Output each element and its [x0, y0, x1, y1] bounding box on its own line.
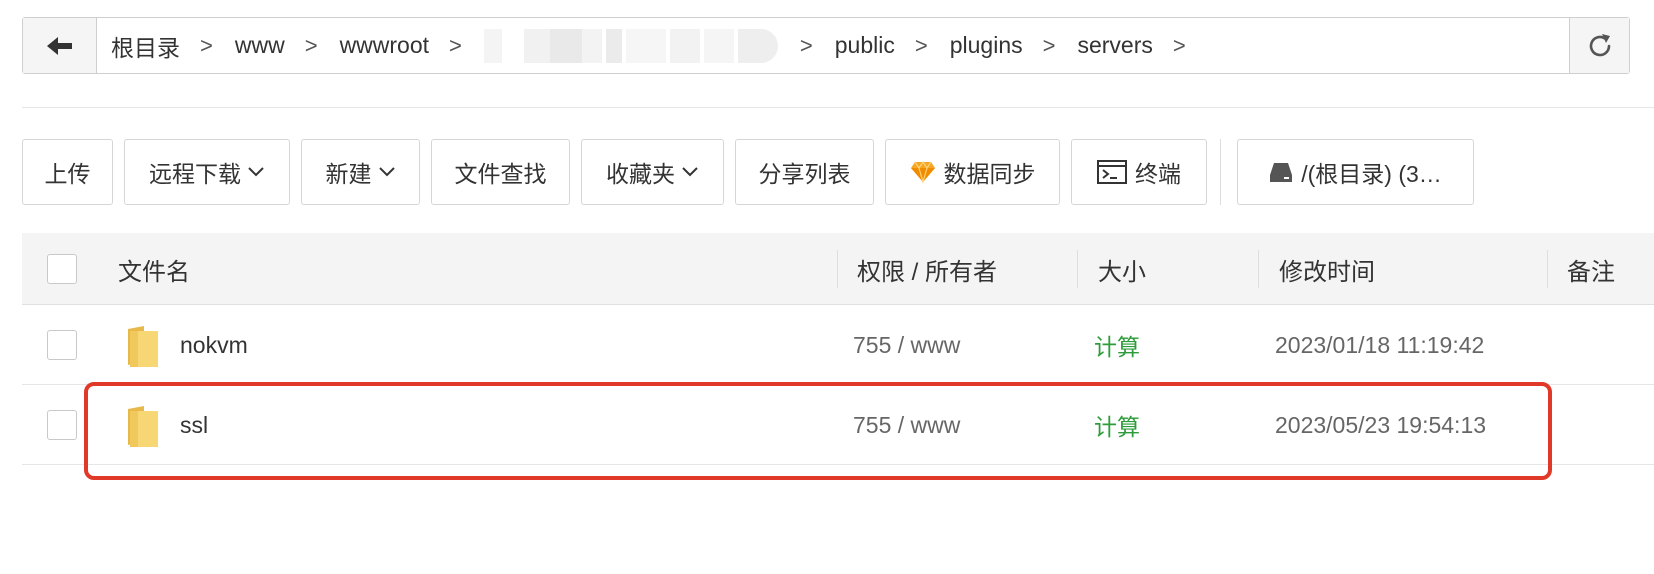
- file-permission[interactable]: 755 / www: [853, 385, 960, 465]
- share-list-button[interactable]: 分享列表: [735, 139, 874, 205]
- breadcrumb: 根目录 > www > wwwroot > > public > plugins…: [97, 18, 1569, 73]
- column-modified[interactable]: 修改时间: [1279, 233, 1375, 305]
- column-note[interactable]: 备注: [1567, 233, 1615, 305]
- refresh-icon: [1589, 33, 1610, 56]
- crumb-separator: >: [799, 32, 813, 58]
- crumb-public[interactable]: public: [835, 32, 895, 59]
- favorites-label: 收藏夹: [606, 161, 675, 187]
- row-checkbox[interactable]: [47, 410, 77, 440]
- chevron-down-icon: [378, 166, 396, 178]
- table-row[interactable]: ssl 755 / www 计算 2023/05/23 19:54:13: [22, 385, 1654, 465]
- disk-label: /(根目录) (3…: [1301, 161, 1442, 187]
- terminal-icon: [1097, 160, 1127, 184]
- folder-icon: [128, 406, 158, 447]
- refresh-button[interactable]: [1569, 18, 1629, 73]
- upload-label: 上传: [44, 161, 91, 187]
- diamond-icon: [910, 161, 936, 183]
- toolbar-separator: [1220, 139, 1221, 205]
- file-permission[interactable]: 755 / www: [853, 305, 960, 385]
- toolbar: 上传 远程下载 新建 文件查找 收藏夹 分享列表 数据同步 终端 /(根目录) …: [22, 139, 1485, 205]
- back-button[interactable]: [23, 18, 97, 73]
- crumb-root[interactable]: 根目录: [111, 29, 180, 63]
- chevron-down-icon: [681, 166, 699, 178]
- favorites-button[interactable]: 收藏夹: [581, 139, 724, 205]
- crumb-wwwroot[interactable]: wwwroot: [340, 32, 429, 59]
- terminal-button[interactable]: 终端: [1071, 139, 1207, 205]
- select-all-checkbox[interactable]: [47, 254, 77, 284]
- column-divider: [1258, 250, 1259, 288]
- file-name[interactable]: ssl: [180, 385, 208, 465]
- row-checkbox[interactable]: [47, 330, 77, 360]
- table-row[interactable]: nokvm 755 / www 计算 2023/01/18 11:19:42: [22, 305, 1654, 385]
- disk-button[interactable]: /(根目录) (3…: [1237, 139, 1474, 205]
- file-search-button[interactable]: 文件查找: [431, 139, 570, 205]
- file-modified: 2023/05/23 19:54:13: [1275, 411, 1487, 438]
- folder-icon: [128, 326, 158, 367]
- crumb-separator: >: [1042, 32, 1056, 58]
- column-name[interactable]: 文件名: [118, 233, 190, 305]
- column-divider: [837, 250, 838, 288]
- new-button[interactable]: 新建: [301, 139, 420, 205]
- file-name[interactable]: nokvm: [180, 305, 248, 385]
- data-sync-label: 数据同步: [943, 161, 1036, 187]
- divider: [22, 107, 1654, 108]
- calc-size-link[interactable]: 计算: [1094, 305, 1140, 385]
- file-manager: 根目录 > www > wwwroot > > public > plugins…: [0, 0, 1654, 574]
- remote-download-label: 远程下载: [149, 161, 241, 187]
- crumb-servers[interactable]: servers: [1077, 32, 1152, 59]
- data-sync-button[interactable]: 数据同步: [885, 139, 1060, 205]
- remote-download-button[interactable]: 远程下载: [124, 139, 290, 205]
- column-size[interactable]: 大小: [1098, 233, 1146, 305]
- crumb-plugins[interactable]: plugins: [950, 32, 1023, 59]
- crumb-separator: >: [449, 32, 462, 58]
- new-label: 新建: [325, 161, 372, 187]
- crumb-separator: >: [914, 32, 928, 58]
- share-list-label: 分享列表: [758, 161, 851, 187]
- crumb-www[interactable]: www: [235, 32, 285, 59]
- calc-size-link[interactable]: 计算: [1094, 385, 1140, 465]
- crumb-separator: >: [1172, 32, 1186, 58]
- back-arrow-icon: [46, 36, 72, 55]
- file-modified: 2023/01/18 11:19:42: [1275, 331, 1485, 358]
- terminal-label: 终端: [1135, 161, 1181, 187]
- path-bar: 根目录 > www > wwwroot > > public > plugins…: [22, 17, 1630, 74]
- column-permission[interactable]: 权限 / 所有者: [857, 233, 997, 305]
- file-search-label: 文件查找: [454, 161, 547, 187]
- column-divider: [1547, 250, 1548, 288]
- column-divider: [1077, 250, 1078, 288]
- redacted-crumb: [483, 28, 780, 63]
- upload-button[interactable]: 上传: [22, 139, 113, 205]
- chevron-down-icon: [247, 166, 265, 178]
- crumb-separator: >: [200, 32, 213, 58]
- crumb-separator: >: [304, 32, 318, 58]
- disk-icon: [1269, 161, 1293, 183]
- table-header: 文件名 权限 / 所有者 大小 修改时间 备注: [22, 233, 1654, 305]
